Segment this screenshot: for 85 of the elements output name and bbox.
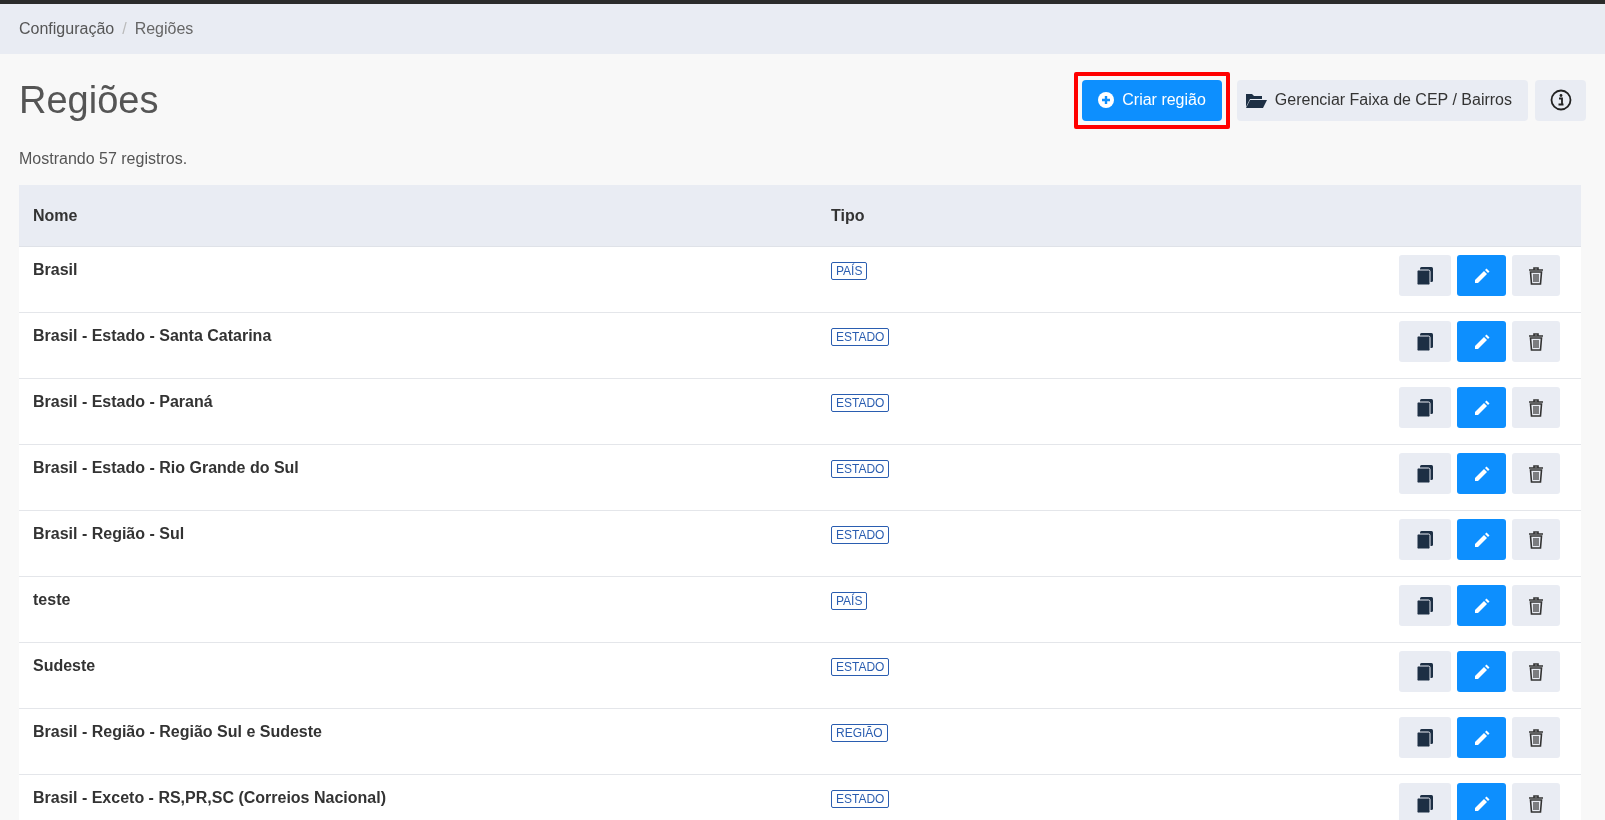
trash-icon: [1528, 728, 1544, 747]
trash-icon: [1528, 464, 1544, 483]
column-header: Nome: [33, 206, 79, 225]
delete-button[interactable]: [1512, 255, 1560, 296]
copy-button[interactable]: [1399, 651, 1451, 692]
book-icon: [1417, 332, 1433, 351]
create-button[interactable]: Criar região: [1082, 79, 1222, 121]
page-title: Regiões: [19, 78, 159, 122]
trash-icon: [1528, 596, 1544, 615]
copy-button[interactable]: [1399, 783, 1451, 820]
info-button[interactable]: [1535, 79, 1586, 121]
plus-circle-icon: [1098, 92, 1115, 108]
book-icon: [1417, 398, 1433, 417]
trash-icon: [1528, 794, 1544, 813]
pencil-icon: [1472, 266, 1491, 285]
type-tag: ESTADO: [831, 658, 890, 676]
copy-button[interactable]: [1399, 321, 1451, 362]
book-icon: [1417, 728, 1433, 747]
type-tag: ESTADO: [831, 790, 890, 808]
info-icon: [1549, 89, 1572, 111]
trash-icon: [1528, 266, 1544, 285]
manage-button[interactable]: Gerenciar Faixa de CEP / Bairros: [1236, 79, 1528, 121]
trash-icon: [1528, 530, 1544, 549]
region-name: Brasil - Estado - Paraná: [33, 392, 214, 411]
copy-button[interactable]: [1399, 255, 1451, 296]
delete-button[interactable]: [1512, 387, 1560, 428]
region-name: teste: [33, 590, 72, 609]
book-icon: [1417, 596, 1433, 615]
type-tag: ESTADO: [831, 328, 890, 346]
pencil-icon: [1472, 728, 1491, 747]
trash-icon: [1528, 398, 1544, 417]
region-name: Brasil - Estado - Santa Catarina: [33, 326, 273, 345]
edit-button[interactable]: [1457, 783, 1506, 820]
copy-button[interactable]: [1399, 717, 1451, 758]
book-icon: [1417, 464, 1433, 483]
delete-button[interactable]: [1512, 321, 1560, 362]
folder-icon: [1244, 91, 1267, 109]
delete-button[interactable]: [1512, 651, 1560, 692]
pencil-icon: [1472, 464, 1491, 483]
breadcrumb-separator: /: [122, 20, 127, 38]
region-name: Sudeste: [33, 656, 97, 675]
edit-button[interactable]: [1457, 387, 1506, 428]
book-icon: [1417, 662, 1433, 681]
pencil-icon: [1472, 662, 1491, 681]
delete-button[interactable]: [1512, 717, 1560, 758]
type-tag: PAÍS: [831, 262, 868, 280]
pencil-icon: [1472, 398, 1491, 417]
breadcrumb-link[interactable]: Configuração: [19, 20, 115, 38]
pencil-icon: [1472, 332, 1491, 351]
region-name: Brasil - Região - Região Sul e Sudeste: [33, 722, 323, 741]
type-tag: ESTADO: [831, 526, 890, 544]
trash-icon: [1528, 662, 1544, 681]
copy-button[interactable]: [1399, 453, 1451, 494]
edit-button[interactable]: [1457, 651, 1506, 692]
copy-button[interactable]: [1399, 519, 1451, 560]
region-name: Brasil - Estado - Rio Grande do Sul: [33, 458, 300, 477]
book-icon: [1417, 530, 1433, 549]
type-tag: PAÍS: [831, 592, 868, 610]
trash-icon: [1528, 332, 1544, 351]
region-name: Brasil - Exceto - RS,PR,SC (Correios Nacional): [33, 788, 387, 807]
book-icon: [1417, 794, 1433, 813]
edit-button[interactable]: [1457, 585, 1506, 626]
delete-button[interactable]: [1512, 453, 1560, 494]
edit-button[interactable]: [1457, 519, 1506, 560]
region-name: Brasil: [33, 260, 79, 279]
edit-button[interactable]: [1457, 717, 1506, 758]
delete-button[interactable]: [1512, 783, 1560, 820]
type-tag: REGIÃO: [831, 724, 888, 742]
edit-button[interactable]: [1457, 255, 1506, 296]
type-tag: ESTADO: [831, 394, 890, 412]
book-icon: [1417, 266, 1433, 285]
edit-button[interactable]: [1457, 453, 1506, 494]
edit-button[interactable]: [1457, 321, 1506, 362]
column-header: Tipo: [831, 206, 866, 225]
region-name: Brasil - Região - Sul: [33, 524, 186, 543]
pencil-icon: [1472, 596, 1491, 615]
pencil-icon: [1472, 530, 1491, 549]
pencil-icon: [1472, 794, 1491, 813]
copy-button[interactable]: [1399, 387, 1451, 428]
type-tag: ESTADO: [831, 460, 890, 478]
record-count: Mostrando 57 registros.: [19, 149, 189, 169]
breadcrumb-link[interactable]: Regiões: [134, 20, 194, 38]
delete-button[interactable]: [1512, 519, 1560, 560]
copy-button[interactable]: [1399, 585, 1451, 626]
delete-button[interactable]: [1512, 585, 1560, 626]
